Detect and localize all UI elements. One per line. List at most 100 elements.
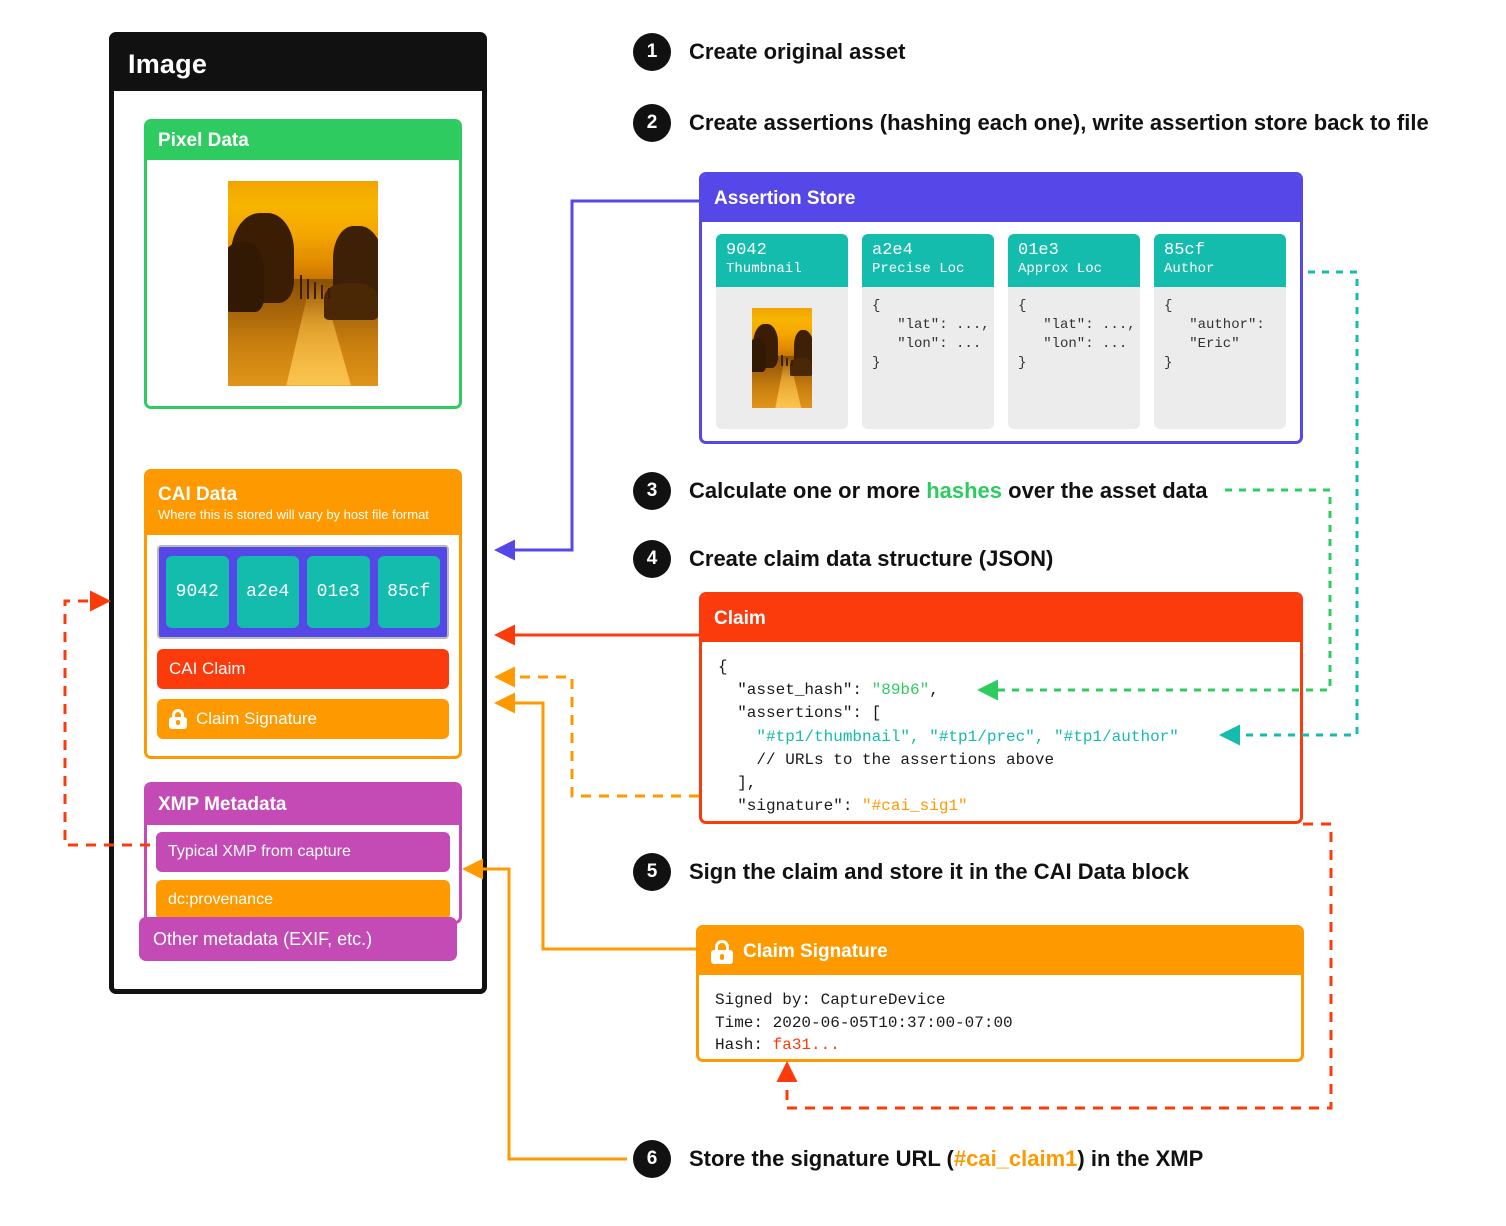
time-value: 2020-06-05T10:37:00-07:00 — [772, 1013, 1013, 1032]
step-3-text: Calculate one or more hashes over the as… — [689, 478, 1207, 504]
diagram-root: Image Pixel Data CAI Data Where this is … — [0, 0, 1506, 1226]
cai-data-body: 9042 a2e4 01e3 85cf CAI Claim Claim Sign… — [147, 535, 459, 756]
claim-signature-header: Claim Signature — [699, 928, 1301, 975]
assertion-card-id: 85cf — [1164, 241, 1205, 260]
claim-signature-value: "#cai_sig1" — [862, 797, 968, 816]
connector-claimsig-to-cai-signature — [494, 692, 696, 951]
xmp-metadata-header: XMP Metadata — [147, 785, 459, 825]
assertion-card-author[interactable]: 85cf Author { "author": "Eric" } — [1154, 234, 1286, 429]
assertion-card-precise-loc[interactable]: a2e4 Precise Loc { "lat": ..., "lon": ..… — [862, 234, 994, 429]
claim-signature-title: Claim Signature — [743, 940, 888, 962]
pixel-data-body — [147, 160, 459, 406]
assertion-card-id: a2e4 — [872, 241, 913, 260]
assertion-store-body: 9042 Thumbnail a2e4 Precise Loc { "lat":… — [702, 222, 1300, 441]
step-3-badge: 3 — [633, 472, 671, 510]
assertion-card-thumbnail[interactable]: 9042 Thumbnail — [716, 234, 848, 429]
xmp-metadata-title: XMP Metadata — [158, 794, 287, 816]
step-1-badge: 1 — [633, 33, 671, 71]
xmp-metadata-body: Typical XMP from capture dc:provenance — [147, 825, 459, 921]
time-label: Time: — [715, 1013, 773, 1032]
step-6-highlight: #cai_claim1 — [953, 1146, 1078, 1171]
hash-label: Hash: — [715, 1036, 773, 1055]
step-6-post: ) in the XMP — [1077, 1146, 1204, 1171]
assertion-card-header: 9042 Thumbnail — [716, 234, 848, 288]
step-6-pre: Store the signature URL ( — [689, 1146, 954, 1171]
cai-data-panel: CAI Data Where this is stored will vary … — [144, 469, 462, 759]
asset-photo — [228, 180, 378, 386]
cai-claim-label: CAI Claim — [169, 659, 246, 678]
assertion-card-thumb — [716, 287, 848, 429]
assertion-card-name: Precise Loc — [872, 260, 965, 277]
assertion-store-panel: Assertion Store 9042 Thumbnail a2e4 Prec… — [699, 172, 1303, 444]
step-3-post: over the asset data — [1002, 478, 1208, 503]
connector-sig-url-to-claim-signature — [494, 666, 699, 798]
pixel-data-panel: Pixel Data — [144, 119, 462, 409]
image-window: Image Pixel Data CAI Data Where this is … — [109, 32, 487, 994]
assertion-card-header: a2e4 Precise Loc — [862, 234, 994, 288]
assertion-card-header: 85cf Author — [1154, 234, 1286, 288]
step-1-text: Create original asset — [689, 39, 906, 64]
step-4: 4 Create claim data structure (JSON) — [633, 540, 1053, 578]
claim-json-body: { "asset_hash": "89b6", "assertions": [ … — [702, 642, 1300, 821]
claim-asset-hash-value: "89b6" — [871, 681, 930, 700]
assertion-card-name: Thumbnail — [726, 260, 802, 277]
xmp-row-typical[interactable]: Typical XMP from capture — [156, 832, 450, 872]
step-4-badge: 4 — [633, 540, 671, 578]
assertion-card-json: { "lat": ..., "lon": ... } — [1018, 298, 1136, 371]
step-6-text: Store the signature URL (#cai_claim1) in… — [689, 1146, 1203, 1172]
assertion-card-json: { "author": "Eric" } — [1164, 298, 1265, 371]
xmp-metadata-panel: XMP Metadata Typical XMP from capture dc… — [144, 782, 462, 924]
lock-icon — [169, 709, 187, 729]
step-6: 6 Store the signature URL (#cai_claim1) … — [633, 1140, 1203, 1178]
claim-asset-hash-key: "asset_hash": — [718, 681, 872, 700]
assertion-card-json: { "lat": ..., "lon": ... } — [872, 298, 990, 371]
connector-step6-to-provenance — [462, 858, 627, 1161]
assertion-chip[interactable]: 9042 — [166, 556, 229, 628]
step-5-text: Sign the claim and store it in the CAI D… — [689, 859, 1189, 884]
cai-claim-bar[interactable]: CAI Claim — [157, 649, 449, 689]
claim-title: Claim — [714, 607, 766, 629]
claim-signature-panel: Claim Signature Signed by: CaptureDevice… — [696, 925, 1304, 1062]
step-2: 2 Create assertions (hashing each one), … — [633, 104, 1429, 142]
claim-signature-key: "signature": — [718, 797, 863, 816]
other-metadata-bar[interactable]: Other metadata (EXIF, etc.) — [139, 917, 457, 961]
claim-signature-body: Signed by: CaptureDevice Time: 2020-06-0… — [699, 975, 1301, 1059]
cai-claim-signature-label: Claim Signature — [196, 709, 317, 728]
pixel-data-header: Pixel Data — [147, 122, 459, 160]
cai-assertion-strip: 9042 a2e4 01e3 85cf — [157, 545, 449, 639]
assertion-chip[interactable]: 01e3 — [307, 556, 370, 628]
assertion-thumbnail-photo — [752, 308, 812, 409]
assertion-card-name: Approx Loc — [1018, 260, 1103, 277]
claim-line-open: { — [718, 658, 728, 676]
signed-by-value: CaptureDevice — [820, 991, 946, 1009]
assertion-store-title: Assertion Store — [714, 187, 856, 209]
claim-panel: Claim { "asset_hash": "89b6", "assertion… — [699, 592, 1303, 824]
cai-data-title: CAI Data — [158, 484, 238, 506]
assertion-store-header: Assertion Store — [702, 175, 1300, 222]
pixel-data-title: Pixel Data — [158, 130, 249, 152]
cai-claim-signature-bar[interactable]: Claim Signature — [157, 699, 449, 739]
step-4-text: Create claim data structure (JSON) — [689, 546, 1054, 571]
claim-assertion-urls: "#tp1/thumbnail", "#tp1/prec", "#tp1/aut… — [718, 727, 1179, 746]
assertion-chip[interactable]: 85cf — [377, 556, 440, 628]
step-1: 1 Create original asset — [633, 33, 905, 71]
assertion-card-id: 9042 — [726, 241, 767, 260]
claim-asset-hash-comma: , — [929, 681, 939, 700]
step-2-badge: 2 — [633, 104, 671, 142]
step-3-pre: Calculate one or more — [689, 478, 927, 503]
step-2-text: Create assertions (hashing each one), wr… — [689, 110, 1429, 135]
cai-data-subtitle: Where this is stored will vary by host f… — [158, 506, 429, 522]
step-5: 5 Sign the claim and store it in the CAI… — [633, 853, 1189, 891]
assertion-card-header: 01e3 Approx Loc — [1008, 234, 1140, 288]
step-3-highlight: hashes — [926, 478, 1003, 503]
assertion-card-id: 01e3 — [1018, 241, 1059, 260]
assertion-chip[interactable]: a2e4 — [236, 556, 299, 628]
xmp-row-provenance[interactable]: dc:provenance — [156, 880, 450, 920]
hash-value: fa31... — [772, 1036, 840, 1055]
claim-comment: // URLs to the assertions above — [718, 750, 1055, 769]
assertion-card-approx-loc[interactable]: 01e3 Approx Loc { "lat": ..., "lon": ...… — [1008, 234, 1140, 429]
image-titlebar: Image — [114, 37, 482, 91]
image-title: Image — [128, 48, 208, 79]
claim-close-array: ], — [718, 773, 757, 792]
step-5-badge: 5 — [633, 853, 671, 891]
